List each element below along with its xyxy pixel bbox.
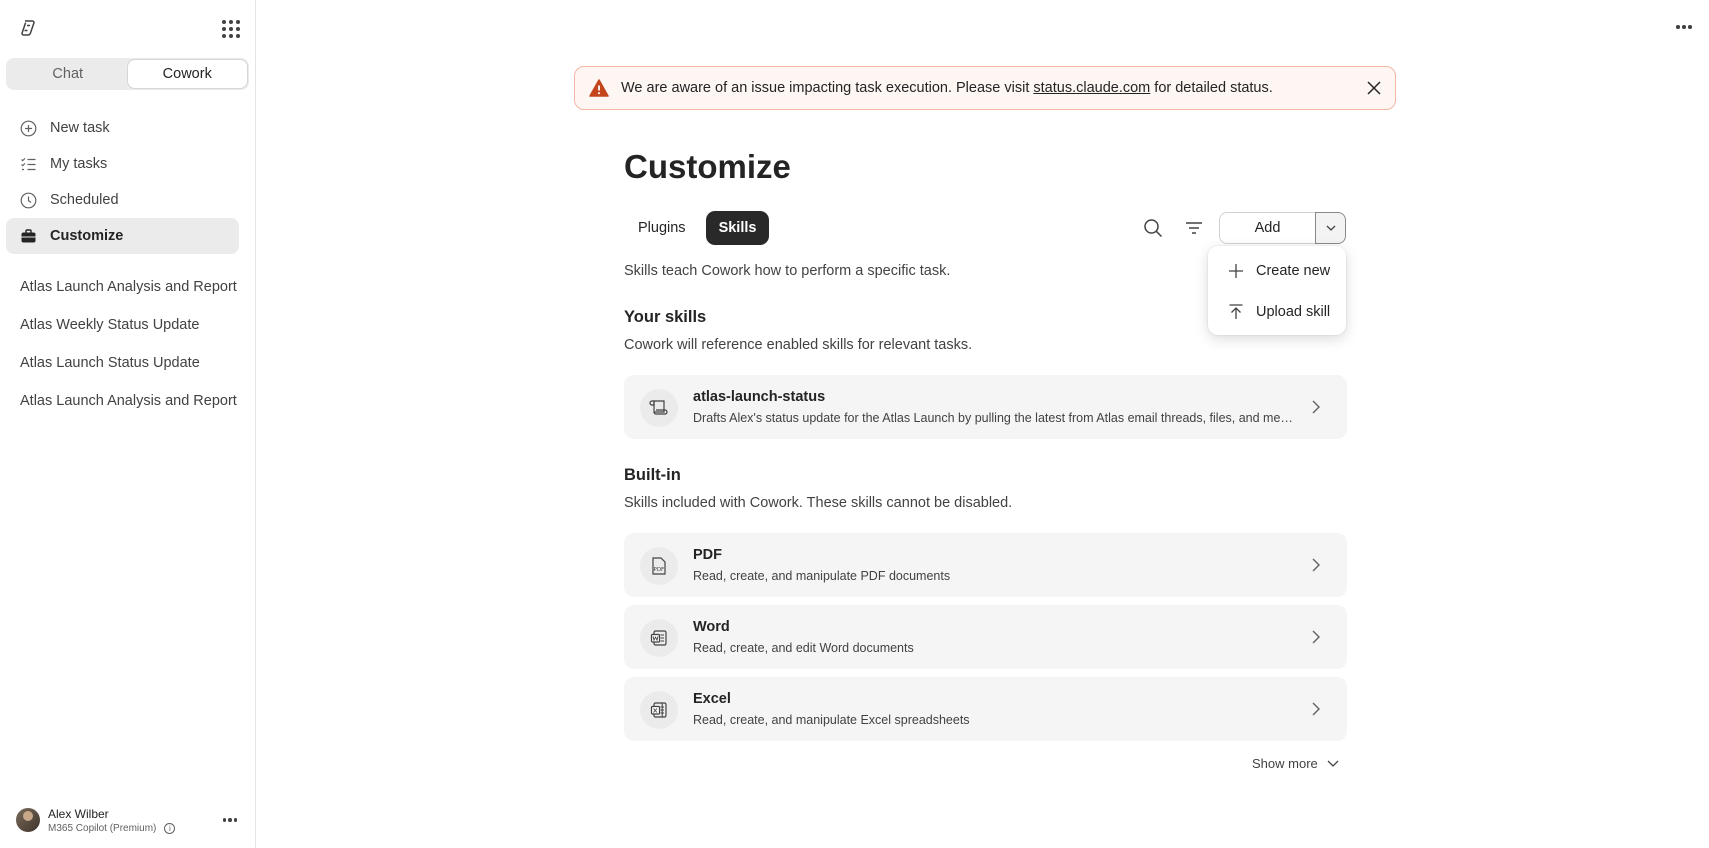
pdf-icon: PDF — [640, 547, 678, 585]
upload-icon — [1229, 303, 1243, 319]
info-icon[interactable]: i — [164, 823, 176, 834]
built-in-subtitle: Skills included with Cowork. These skill… — [624, 495, 1013, 511]
script-icon — [640, 389, 678, 427]
skill-description: Read, create, and edit Word documents — [693, 641, 914, 655]
show-more-label: Show more — [1252, 756, 1318, 771]
add-dropdown-button[interactable] — [1315, 212, 1346, 244]
banner-text-after: for detailed status. — [1150, 80, 1273, 96]
add-split-button: Add — [1219, 212, 1346, 244]
skill-description: Drafts Alex's status update for the Atla… — [693, 411, 1293, 425]
chevron-right-icon — [1312, 630, 1320, 644]
skill-card-excel[interactable]: Excel Read, create, and manipulate Excel… — [624, 677, 1347, 741]
status-link[interactable]: status.claude.com — [1033, 80, 1150, 96]
avatar — [16, 808, 40, 832]
sidebar-item-label: My tasks — [50, 156, 108, 172]
skill-name: atlas-launch-status — [693, 389, 826, 405]
menu-item-label: Upload skill — [1256, 303, 1331, 320]
sidebar-item-new-task[interactable]: New task — [6, 110, 239, 146]
menu-item-create-new[interactable]: Create new — [1208, 250, 1346, 291]
word-icon — [640, 619, 678, 657]
user-profile[interactable]: Alex Wilber M365 Copilot (Premium) i — [16, 806, 242, 836]
chevron-down-icon — [1326, 225, 1335, 231]
chevron-right-icon — [1312, 558, 1320, 572]
show-more-button[interactable]: Show more — [1252, 756, 1339, 771]
sidebar-nav: New task My tasks Scheduled Customize — [6, 110, 239, 254]
user-plan-label: M365 Copilot (Premium) — [48, 823, 157, 834]
sidebar-item-customize[interactable]: Customize — [6, 218, 239, 254]
skill-card-atlas-launch-status[interactable]: atlas-launch-status Drafts Alex's status… — [624, 375, 1347, 439]
add-button[interactable]: Add — [1219, 212, 1315, 244]
briefcase-icon — [19, 227, 37, 245]
skill-name: PDF — [693, 547, 722, 563]
recent-tasks: Atlas Launch Analysis and Report Atlas W… — [6, 268, 239, 420]
sidebar-item-my-tasks[interactable]: My tasks — [6, 146, 239, 182]
warning-icon — [589, 79, 609, 97]
menu-item-label: Create new — [1256, 262, 1331, 279]
more-options-icon[interactable] — [1673, 17, 1695, 37]
more-options-icon[interactable] — [220, 810, 240, 830]
sidebar-item-label: New task — [50, 120, 110, 136]
recent-task-label: Atlas Weekly Status Update — [20, 317, 200, 333]
tab-skills[interactable]: Skills — [705, 211, 770, 245]
skill-description: Read, create, and manipulate Excel sprea… — [693, 713, 970, 727]
sidebar-item-label: Customize — [50, 228, 124, 244]
skill-name: Word — [693, 619, 730, 635]
tab-chat[interactable]: Chat — [8, 60, 128, 88]
customize-tabs: Plugins Skills — [624, 211, 770, 245]
skill-card-pdf[interactable]: PDF PDF Read, create, and manipulate PDF… — [624, 533, 1347, 597]
skill-name: Excel — [693, 691, 731, 707]
your-skills-subtitle: Cowork will reference enabled skills for… — [624, 337, 973, 353]
sidebar-item-scheduled[interactable]: Scheduled — [6, 182, 239, 218]
add-menu: Create new Upload skill — [1208, 246, 1346, 335]
recent-task-item[interactable]: Atlas Launch Analysis and Report — [6, 268, 239, 306]
user-name: Alex Wilber — [48, 807, 109, 821]
task-list-icon — [19, 155, 37, 173]
page-title: Customize — [624, 148, 791, 185]
app-launcher-icon[interactable] — [220, 18, 240, 38]
chevron-right-icon — [1312, 400, 1320, 414]
filter-icon[interactable] — [1183, 218, 1205, 238]
menu-item-upload-skill[interactable]: Upload skill — [1208, 291, 1346, 332]
sidebar-item-label: Scheduled — [50, 192, 119, 208]
close-icon[interactable] — [1365, 79, 1383, 97]
status-banner: We are aware of an issue impacting task … — [574, 66, 1396, 110]
chevron-right-icon — [1312, 702, 1320, 716]
skills-description: Skills teach Cowork how to perform a spe… — [624, 263, 951, 279]
user-plan: M365 Copilot (Premium) i — [48, 823, 176, 834]
sidebar-top — [18, 18, 240, 38]
recent-task-label: Atlas Launch Analysis and Report — [20, 393, 237, 409]
recent-task-item[interactable]: Atlas Launch Analysis and Report — [6, 382, 239, 420]
svg-text:PDF: PDF — [654, 567, 665, 573]
built-in-heading: Built-in — [624, 466, 681, 484]
search-icon[interactable] — [1142, 217, 1164, 239]
mode-switch: Chat Cowork — [6, 58, 249, 90]
recent-task-label: Atlas Launch Status Update — [20, 355, 200, 371]
skill-card-word[interactable]: Word Read, create, and edit Word documen… — [624, 605, 1347, 669]
copilot-logo-icon[interactable] — [18, 18, 38, 38]
clock-icon — [19, 191, 37, 209]
plus-icon — [1229, 263, 1243, 278]
tab-cowork[interactable]: Cowork — [127, 60, 247, 88]
recent-task-item[interactable]: Atlas Launch Status Update — [6, 344, 239, 382]
sidebar: Chat Cowork New task My tasks Scheduled — [0, 0, 256, 848]
your-skills-heading: Your skills — [624, 308, 707, 326]
skill-description: Read, create, and manipulate PDF documen… — [693, 569, 951, 583]
recent-task-label: Atlas Launch Analysis and Report — [20, 279, 237, 295]
tab-plugins[interactable]: Plugins — [624, 211, 700, 245]
banner-text: We are aware of an issue impacting task … — [621, 80, 1273, 96]
excel-icon — [640, 691, 678, 729]
plus-circle-icon — [19, 119, 37, 137]
recent-task-item[interactable]: Atlas Weekly Status Update — [6, 306, 239, 344]
banner-text-before: We are aware of an issue impacting task … — [621, 80, 1034, 96]
chevron-down-icon — [1327, 760, 1339, 767]
